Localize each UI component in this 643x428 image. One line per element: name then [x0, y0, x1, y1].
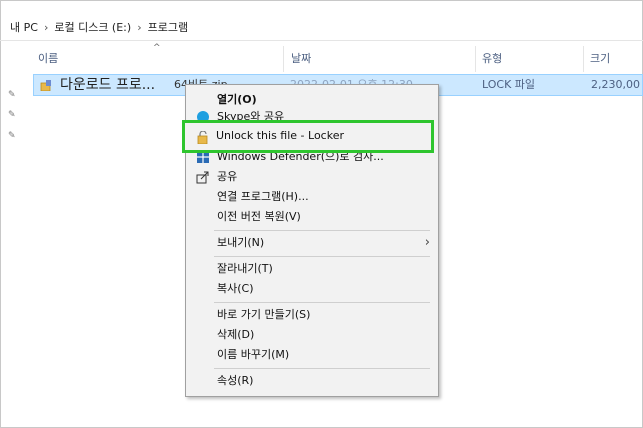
- file-size: 2,230,00: [591, 78, 640, 91]
- breadcrumb-separator: ›: [43, 20, 49, 34]
- share-icon: [196, 171, 209, 184]
- menu-cut[interactable]: 잘라내기(T): [186, 259, 438, 279]
- menu-cut-label: 잘라내기(T): [217, 262, 273, 275]
- pin-icon: ✎: [8, 110, 16, 120]
- menu-separator: [214, 256, 430, 257]
- menu-restore-previous[interactable]: 이전 버전 복원(V): [186, 207, 438, 227]
- menu-delete[interactable]: 삭제(D): [186, 325, 438, 345]
- pin-icon: ✎: [8, 131, 16, 141]
- breadcrumb-this-pc[interactable]: 내 PC: [10, 19, 38, 35]
- menu-open-label: 열기(O): [217, 93, 257, 106]
- column-divider[interactable]: [583, 46, 584, 72]
- menu-send-to[interactable]: 보내기(N) ›: [186, 233, 438, 253]
- chevron-right-icon: ›: [424, 235, 430, 250]
- file-type: LOCK 파일: [482, 78, 536, 91]
- column-header-name[interactable]: 이름: [38, 48, 58, 70]
- breadcrumb-separator: ›: [137, 20, 142, 34]
- menu-send-to-label: 보내기(N): [217, 236, 265, 249]
- menu-open-with-label: 연결 프로그램(H)...: [217, 190, 309, 203]
- column-header-type[interactable]: 유형: [482, 48, 502, 70]
- column-header-size[interactable]: 크기: [590, 48, 610, 70]
- menu-copy-label: 복사(C): [217, 282, 254, 295]
- column-header-date[interactable]: 날짜: [291, 48, 311, 70]
- menu-separator: [214, 302, 430, 303]
- pin-icon: ✎: [8, 90, 16, 100]
- menu-rename-label: 이름 바꾸기(M): [217, 348, 290, 361]
- menu-share[interactable]: 공유: [186, 167, 438, 187]
- menu-properties[interactable]: 속성(R): [186, 371, 438, 391]
- menu-rename[interactable]: 이름 바꾸기(M): [186, 345, 438, 365]
- menu-create-shortcut[interactable]: 바로 가기 만들기(S): [186, 305, 438, 325]
- column-divider[interactable]: [475, 46, 476, 72]
- menu-unlock-label: Unlock this file - Locker: [216, 129, 344, 142]
- menu-share-label: 공유: [217, 170, 238, 183]
- breadcrumb-program-folder[interactable]: 프로그램: [148, 19, 188, 35]
- menu-delete-label: 삭제(D): [217, 328, 255, 341]
- lock-file-icon: [40, 80, 51, 91]
- menu-properties-label: 속성(R): [217, 374, 254, 387]
- address-bar-divider: [0, 40, 643, 41]
- lock-file-icon: [197, 131, 208, 144]
- menu-unlock-locker[interactable]: Unlock this file - Locker: [182, 120, 434, 153]
- menu-separator: [214, 368, 430, 369]
- sort-ascending-icon: ^: [153, 43, 161, 53]
- breadcrumb: 내 PC › 로컬 디스크 (E:) › 프로그램: [0, 12, 188, 42]
- menu-shortcut-label: 바로 가기 만들기(S): [217, 308, 311, 321]
- menu-separator: [214, 230, 430, 231]
- menu-open-with[interactable]: 연결 프로그램(H)...: [186, 187, 438, 207]
- menu-copy[interactable]: 복사(C): [186, 279, 438, 299]
- column-divider[interactable]: [283, 46, 284, 72]
- file-name: 다운로드 프로...: [60, 77, 156, 93]
- breadcrumb-local-disk[interactable]: 로컬 디스크 (E:): [54, 19, 131, 35]
- menu-restore-label: 이전 버전 복원(V): [217, 210, 301, 223]
